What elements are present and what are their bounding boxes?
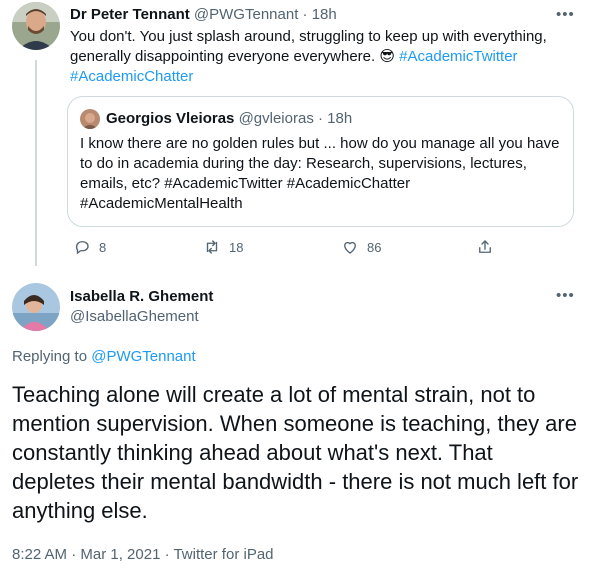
- georgios-avatar: [80, 109, 100, 129]
- share-icon: [479, 240, 491, 253]
- hashtag-academicchatter[interactable]: #AcademicChatter: [70, 68, 193, 85]
- retweet-icon: [206, 240, 218, 254]
- tweet-header: Dr Peter Tennant @PWGTennant · 18h: [70, 6, 337, 23]
- reply-count: 8: [99, 239, 107, 255]
- replying-to-handle[interactable]: @PWGTennant: [91, 348, 195, 365]
- author-name[interactable]: Dr Peter Tennant: [70, 6, 190, 23]
- quoted-text: I know there are no golden rules but ...…: [80, 135, 560, 212]
- reply-more-icon[interactable]: •••: [556, 288, 575, 303]
- like-button[interactable]: 86: [341, 238, 381, 256]
- reply-button[interactable]: 8: [73, 238, 106, 256]
- quoted-author-handle: @gvleioras: [238, 110, 314, 127]
- retweet-button[interactable]: 18: [203, 238, 243, 256]
- hashtag-academictwitter[interactable]: #AcademicTwitter: [399, 48, 517, 65]
- reply-author-name[interactable]: Isabella R. Ghement: [70, 288, 213, 305]
- thread-line: [35, 60, 37, 266]
- reply-author-handle[interactable]: @IsabellaGhement: [70, 308, 199, 325]
- quoted-header: Georgios Vleioras @gvleioras · 18h: [106, 110, 352, 127]
- retweet-count: 18: [229, 239, 244, 255]
- share-button[interactable]: [476, 238, 494, 256]
- heart-icon: [344, 241, 356, 254]
- reply-text: Teaching alone will create a lot of ment…: [12, 382, 579, 523]
- author-handle[interactable]: @PWGTennant: [194, 6, 298, 23]
- reply-meta: 8:22 AM · Mar 1, 2021 · Twitter for iPad: [12, 546, 274, 563]
- quoted-time: · 18h: [318, 110, 353, 127]
- more-icon[interactable]: •••: [556, 7, 575, 22]
- quoted-tweet[interactable]: Georgios Vleioras @gvleioras · 18h I kno…: [67, 96, 574, 227]
- quoted-author-name: Georgios Vleioras: [106, 110, 235, 127]
- isabella-avatar[interactable]: [12, 283, 60, 331]
- replying-to: Replying to @PWGTennant: [12, 348, 196, 365]
- tweet-text: You don't. You just splash around, strug…: [70, 27, 575, 87]
- like-count: 86: [367, 239, 382, 255]
- replying-to-label: Replying to: [12, 348, 88, 365]
- tweet-time[interactable]: · 18h: [303, 6, 337, 23]
- reply-icon: [75, 241, 89, 255]
- peter-tennant-avatar[interactable]: [12, 2, 60, 50]
